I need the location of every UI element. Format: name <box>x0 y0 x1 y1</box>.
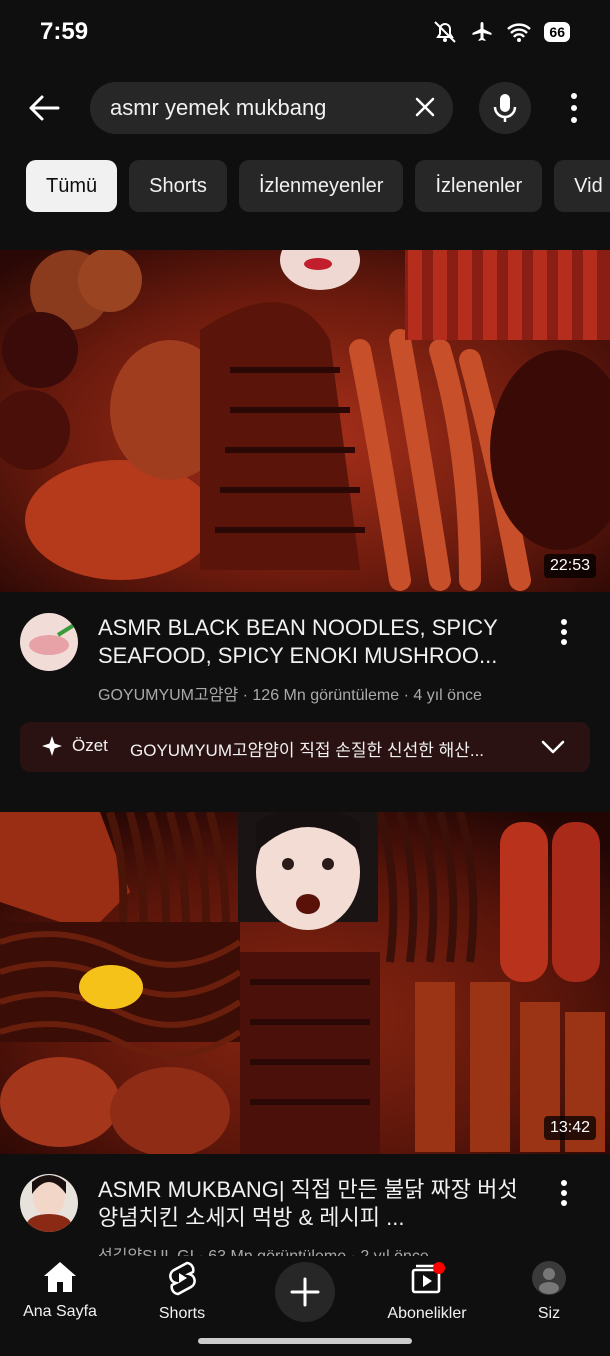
avatar-image <box>20 1174 78 1232</box>
back-button[interactable] <box>24 88 68 128</box>
summary-label: Özet <box>72 736 108 755</box>
nav-shorts[interactable]: Shorts <box>122 1260 242 1323</box>
video-thumbnail[interactable]: 13:42 <box>0 812 610 1154</box>
close-icon <box>415 97 435 117</box>
chip-unwatched[interactable]: İzlenmeyenler <box>238 160 404 212</box>
food-thumbnail-image <box>0 812 610 1154</box>
nav-you-label: Siz <box>537 1305 561 1322</box>
voice-search-button[interactable] <box>479 82 531 134</box>
nav-subscriptions-label: Abonelikler <box>387 1305 467 1322</box>
chip-shorts[interactable]: Shorts <box>129 160 227 212</box>
video-meta: GOYUMYUM고얌얌 · 126 Mn görüntüleme · 4 yıl… <box>98 687 482 704</box>
home-icon <box>44 1262 76 1292</box>
video-duration: 22:53 <box>543 554 596 578</box>
filter-chips: Tümü Shorts İzlenmeyenler İzlenenler Vid <box>26 160 610 212</box>
plus-icon <box>290 1277 320 1307</box>
video-menu-button[interactable] <box>554 1178 574 1210</box>
subscriptions-icon <box>411 1262 445 1294</box>
airplane-icon <box>472 22 492 41</box>
silent-bell-icon <box>434 21 457 43</box>
more-options-button[interactable] <box>560 90 588 130</box>
shorts-icon <box>169 1261 196 1296</box>
notification-dot <box>433 1262 445 1274</box>
nav-shorts-label: Shorts <box>158 1305 206 1322</box>
microphone-icon <box>493 94 517 122</box>
chip-videos[interactable]: Vid <box>554 160 610 212</box>
arrow-left-icon <box>29 95 60 121</box>
profile-avatar-icon <box>532 1261 566 1295</box>
video-title[interactable]: ASMR MUKBANG| 직접 만든 불닭 짜장 버섯 양념치킨 소세지 먹방… <box>98 1176 528 1232</box>
status-time: 7:59 <box>40 18 89 45</box>
more-vertical-icon <box>571 93 577 123</box>
video-duration: 13:42 <box>543 1116 596 1140</box>
avatar-image <box>20 613 78 671</box>
create-button[interactable] <box>275 1262 335 1322</box>
more-vertical-icon <box>561 619 567 645</box>
nav-you[interactable]: Siz <box>489 1260 609 1323</box>
home-indicator <box>198 1338 412 1344</box>
search-input[interactable]: asmr yemek mukbang <box>90 82 453 134</box>
wifi-icon <box>507 23 532 42</box>
search-query[interactable]: asmr yemek mukbang <box>110 95 326 121</box>
nav-home[interactable]: Ana Sayfa <box>0 1260 120 1321</box>
food-thumbnail-image <box>0 250 610 592</box>
battery-level: 66 <box>544 22 570 42</box>
channel-avatar[interactable] <box>20 613 78 671</box>
chevron-down-icon[interactable] <box>540 736 566 763</box>
video-thumbnail[interactable]: 22:53 <box>0 250 610 592</box>
channel-name[interactable]: GOYUMYUM고얌얌 <box>98 687 238 704</box>
view-count: 126 Mn görüntüleme <box>252 687 400 704</box>
chip-watched[interactable]: İzlenenler <box>415 160 543 212</box>
sparkle-icon <box>42 736 62 761</box>
more-vertical-icon <box>561 1180 567 1206</box>
nav-home-label: Ana Sayfa <box>23 1303 97 1320</box>
upload-age: 4 yıl önce <box>413 687 482 704</box>
status-icons: 66 <box>432 20 570 44</box>
summary-text: GOYUMYUM고얌얌이 직접 손질한 신선한 해산... <box>130 741 485 760</box>
nav-subscriptions[interactable]: Abonelikler <box>367 1260 487 1323</box>
video-title[interactable]: ASMR BLACK BEAN NOODLES, SPICY SEAFOOD, … <box>98 614 528 670</box>
video-summary[interactable]: Özet GOYUMYUM고얌얌이 직접 손질한 신선한 해산... <box>20 722 590 772</box>
chip-all[interactable]: Tümü <box>26 160 118 212</box>
video-menu-button[interactable] <box>554 617 574 649</box>
channel-avatar[interactable] <box>20 1174 78 1232</box>
clear-search-button[interactable] <box>413 95 437 124</box>
